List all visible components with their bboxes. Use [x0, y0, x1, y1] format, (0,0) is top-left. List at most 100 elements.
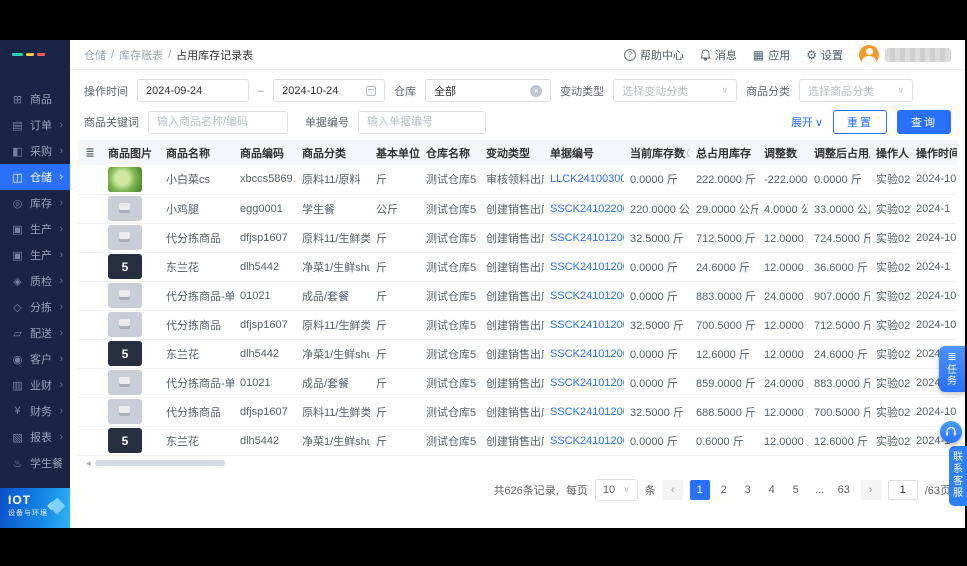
- occupied-total-cell: 0.6000 斤: [690, 426, 758, 456]
- scroll-left-icon[interactable]: ◂: [86, 458, 91, 468]
- keyword-input[interactable]: [148, 110, 288, 134]
- clear-icon[interactable]: ×: [530, 84, 543, 97]
- sidebar-item-qc[interactable]: ◈ 质检 ›: [0, 268, 70, 294]
- table-row: 小白菜csxbccs5869原料11/原料斤测试仓库5审核领料出库 LLCK241…: [78, 165, 957, 195]
- product-image[interactable]: [108, 370, 142, 395]
- ledger-icon: ▥: [12, 379, 23, 392]
- page-button-63[interactable]: 63: [834, 480, 854, 500]
- chevron-right-icon: ›: [59, 431, 63, 443]
- sidebar-item-orders[interactable]: ▤ 订单 ›: [0, 112, 70, 138]
- date-range-separator: –: [258, 84, 265, 97]
- sidebar-item-reports[interactable]: ▧ 报表 ›: [0, 424, 70, 450]
- page-ellipsis[interactable]: ...: [810, 480, 830, 500]
- user-menu[interactable]: [859, 44, 951, 65]
- task-label: 任务: [947, 364, 957, 387]
- apps-button[interactable]: ▦ 应用: [753, 47, 790, 63]
- page-button-4[interactable]: 4: [762, 480, 782, 500]
- expand-filters-link[interactable]: 展开 ∨: [791, 114, 823, 130]
- date-from-picker[interactable]: 2024-09-24: [137, 79, 249, 102]
- prev-page-button[interactable]: ‹: [662, 479, 683, 500]
- warehouse-name-cell: 测试仓库5: [420, 252, 480, 282]
- operator-cell: 实验02: [870, 281, 910, 311]
- adjust-qty-cell: -222.0000 斤: [758, 165, 808, 195]
- doc-number-link[interactable]: SSCK24101200004: [550, 232, 624, 244]
- per-page-select[interactable]: 10 ∨: [594, 478, 638, 501]
- doc-number-link[interactable]: SSCK24101200001: [550, 435, 624, 447]
- occupied-total-cell: 883.0000 斤: [690, 281, 758, 311]
- filter-row-1: 操作时间 2024-09-24 – 2024-10-24 仓库 全部 × 变动类…: [84, 79, 951, 102]
- category-select[interactable]: 选择商品分类 ∨: [799, 79, 914, 102]
- product-image[interactable]: 5: [108, 341, 142, 366]
- search-button[interactable]: 查询: [897, 110, 951, 134]
- date-to-picker[interactable]: 2024-10-24: [273, 79, 386, 102]
- product-image[interactable]: [108, 166, 142, 192]
- sidebar-item-delivery[interactable]: ▱ 配送 ›: [0, 320, 70, 346]
- product-name-cell: 东兰花: [160, 339, 234, 369]
- doc-number-link[interactable]: SSCK24101200002: [550, 406, 624, 418]
- sidebar-item-student-meal[interactable]: ♨ 学生餐: [0, 450, 70, 476]
- sidebar-item-sorting[interactable]: ◇ 分拣 ›: [0, 294, 70, 320]
- row-select-cell: [78, 223, 102, 253]
- product-category-cell: 原料11/生鲜类: [296, 223, 370, 253]
- page-button-1[interactable]: 1: [689, 479, 710, 500]
- product-image[interactable]: 5: [108, 254, 142, 279]
- product-image[interactable]: [108, 312, 142, 337]
- doc-number-link[interactable]: SSCK24101200003: [550, 290, 624, 302]
- product-image[interactable]: [108, 399, 142, 424]
- contact-service-label: 联系客服: [953, 452, 963, 499]
- breadcrumb-stock-ledger[interactable]: 库存账表: [119, 47, 163, 63]
- messages-button[interactable]: 消息: [700, 47, 737, 63]
- date-to-value: 2024-10-24: [282, 84, 339, 97]
- task-panel-button[interactable]: ≣ 任务: [939, 346, 965, 392]
- doc-number-link[interactable]: SSCK24102200001: [550, 203, 624, 215]
- product-image[interactable]: [108, 196, 142, 221]
- sidebar-item-label: 学生餐: [30, 458, 63, 470]
- doc-number-link[interactable]: LLCK24100300001: [550, 173, 624, 185]
- occupied-total-cell: 700.5000 斤: [690, 310, 758, 340]
- page-button-2[interactable]: 2: [714, 480, 734, 500]
- base-unit-cell: 斤: [370, 252, 420, 282]
- sidebar-item-production-1[interactable]: ▣ 生产 ›: [0, 216, 70, 242]
- page-button-5[interactable]: 5: [786, 480, 806, 500]
- info-icon[interactable]: ⓘ: [687, 145, 690, 160]
- sidebar-item-inventory[interactable]: ◎ 库存 ›: [0, 190, 70, 216]
- doc-number-link[interactable]: SSCK24101200002: [550, 377, 624, 389]
- op-time-cell: 2024-10-: [910, 223, 957, 253]
- warehouse-select[interactable]: 全部 ×: [425, 79, 552, 102]
- scrollbar-thumb[interactable]: [94, 460, 225, 466]
- sidebar-item-finance[interactable]: ¥ 财务 ›: [0, 398, 70, 424]
- page-button-3[interactable]: 3: [738, 480, 758, 500]
- breadcrumb-warehouse[interactable]: 仓储: [84, 47, 106, 63]
- doc-number-cell: SSCK24101200003: [544, 281, 624, 311]
- sidebar-item-warehouse[interactable]: ◫ 仓储 ›: [0, 164, 70, 190]
- sidebar-item-goods[interactable]: ⊞ 商品: [0, 86, 70, 112]
- product-image[interactable]: [108, 283, 142, 308]
- sidebar-item-purchase[interactable]: ◧ 采购 ›: [0, 138, 70, 164]
- page-jumper-input[interactable]: [887, 479, 918, 500]
- contact-service-tab[interactable]: 联系客服: [949, 446, 967, 506]
- change-type-select[interactable]: 选择变动分类 ∨: [613, 79, 738, 102]
- doc-number-link[interactable]: SSCK24101200003: [550, 319, 624, 331]
- product-image-cell: [102, 194, 160, 224]
- help-center-button[interactable]: ? 帮助中心: [623, 47, 684, 63]
- table-column-settings-icon[interactable]: ≣: [78, 140, 102, 165]
- occupied-total-cell: 24.6000 斤: [690, 252, 758, 282]
- doc-number-input[interactable]: [358, 110, 486, 134]
- reset-button[interactable]: 重置: [833, 110, 887, 134]
- customer-service-button[interactable]: [940, 421, 962, 443]
- next-page-button[interactable]: ›: [860, 479, 881, 500]
- sidebar-item-customers[interactable]: ◉ 客户 ›: [0, 346, 70, 372]
- settings-button[interactable]: ⚙ 设置: [806, 47, 843, 63]
- current-stock-cell: 0.0000 斤: [624, 165, 690, 195]
- iot-banner[interactable]: IOT 设备与环境: [0, 488, 70, 528]
- doc-number-link[interactable]: SSCK24101200002: [550, 348, 624, 360]
- doc-number-link[interactable]: SSCK24101200003: [550, 261, 624, 273]
- topbar: 仓储 / 库存账表 / 占用库存记录表 ? 帮助中心 消息 ▦ 应用 ⚙ 设置: [70, 40, 965, 70]
- product-image[interactable]: [108, 225, 142, 250]
- operator-cell: 实验02: [870, 397, 910, 427]
- sidebar-item-production-2[interactable]: ▣ 生产 ›: [0, 242, 70, 268]
- table-row: 5 东兰花dlh5442净菜1/生鲜shu.蔬菜...斤测试仓库5创建销售出库 SS…: [78, 426, 957, 456]
- sidebar-item-biz-finance[interactable]: ▥ 业财 ›: [0, 372, 70, 398]
- product-image[interactable]: 5: [108, 428, 142, 453]
- sidebar-item-label: 商品: [30, 94, 52, 106]
